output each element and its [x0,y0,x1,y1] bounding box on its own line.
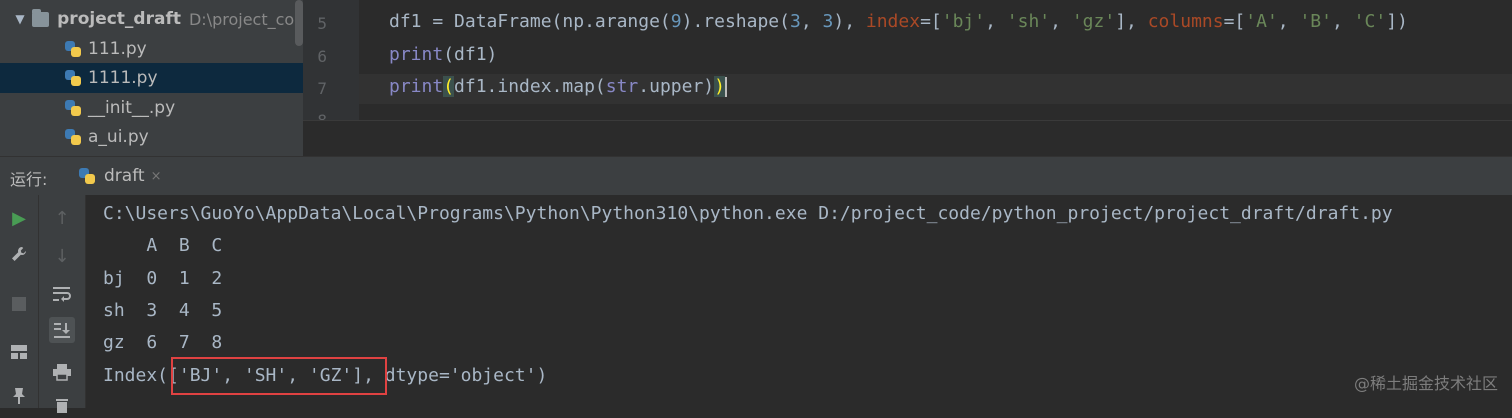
code-token: 'gz' [1071,11,1116,32]
run-toolwindow-header: 运行: draft × [0,156,1512,198]
down-arrow-icon[interactable]: ↓ [49,243,75,269]
trash-icon[interactable] [49,392,75,418]
code-token: =[ [1223,11,1246,32]
code-token: ( [443,76,455,97]
code-token: ) [714,76,725,97]
line-number: 6 [317,47,327,66]
code-token: (df1) [443,44,498,65]
code-token: index [865,11,921,32]
code-token: , [800,11,823,32]
python-file-icon [64,99,82,117]
code-token: df1.index.map( [454,76,606,97]
code-token: 'C' [1353,11,1387,32]
console-line: A B C [103,235,223,256]
code-token: ), [833,11,866,32]
console-line: bj 0 1 2 [103,268,223,289]
tree-file-a-ui[interactable]: a_ui.py [0,122,303,152]
tab-draft[interactable]: draft × [62,157,176,198]
wrench-icon[interactable] [6,241,32,267]
scroll-to-end-icon[interactable] [49,317,75,343]
print-icon[interactable] [49,359,75,385]
code-token: ]) [1386,11,1408,32]
project-tree: ▼ project_draft D:\project_coc 111.py 11… [0,0,303,156]
tree-file-init[interactable]: __init__.py [0,93,303,123]
line-number: 7 [317,79,327,98]
code-token: 3 [822,11,834,32]
tree-file-label: 111.py [88,39,147,59]
run-label: 运行: [10,170,48,189]
run-icon[interactable]: ▶ [6,205,32,231]
python-file-icon [64,40,82,58]
code-token: str [605,76,639,97]
tree-root-path: D:\project_coc [188,9,303,29]
console-line: sh 3 4 5 [103,300,223,321]
code-token: ], [1115,11,1148,32]
line-number: 5 [317,14,327,33]
chevron-down-icon[interactable]: ▼ [14,12,26,26]
watermark: @稀土掘金技术社区 [1353,374,1498,393]
stop-icon[interactable] [6,291,32,317]
console-toolbar: ↑ ↓ [39,195,86,413]
folder-icon [32,8,50,27]
console-line: C:\Users\GuoYo\AppData\Local\Programs\Py… [103,203,1393,224]
tree-file-label: 1111.py [88,68,158,88]
code-token: print [389,76,444,97]
code-token: 'B' [1299,11,1332,32]
console-line: gz 6 7 8 [103,332,223,353]
python-file-icon [78,167,96,185]
tree-root-name: project_draft [57,9,181,29]
run-left-toolbar: ▶ [0,195,39,408]
python-file-icon [64,128,82,146]
annotation-highlight-box [171,357,387,395]
tree-file-label: a_ui.py [88,127,149,147]
tree-file-label: __init__.py [88,98,176,118]
code-token: , [1331,11,1354,32]
code-token: .upper) [638,76,715,97]
code-token: df1 = DataFrame(np.arange( [389,11,671,32]
text-caret [724,77,727,97]
code-line-5[interactable]: df1 = DataFrame(np.arange(9).reshape(3, … [389,11,1408,32]
editor-bottom-area [303,120,1512,157]
code-token: 'bj' [941,11,986,32]
soft-wrap-icon[interactable] [49,281,75,307]
code-token: 9 [670,11,682,32]
up-arrow-icon[interactable]: ↑ [49,205,75,231]
python-file-icon [64,69,82,87]
code-token: print [389,44,444,65]
code-token: columns [1147,11,1224,32]
pin-icon[interactable] [6,383,32,409]
code-token: , [1277,11,1300,32]
code-line-7[interactable]: print(df1.index.map(str.upper)) [389,76,727,97]
close-icon[interactable]: × [151,169,162,184]
code-token: , [1050,11,1072,32]
code-line-6[interactable]: print(df1) [389,44,497,65]
tree-file-1111[interactable]: 1111.py [0,63,303,93]
code-token: , [985,11,1007,32]
tree-root-project-draft[interactable]: ▼ project_draft D:\project_coc [0,4,303,34]
layout-icon[interactable] [6,339,32,365]
tab-label: draft [104,166,145,186]
tree-scrollbar[interactable] [295,0,303,46]
code-token: 'A' [1245,11,1278,32]
code-token: =[ [920,11,942,32]
code-token: 'sh' [1006,11,1051,32]
code-token: ).reshape( [681,11,790,32]
code-token: 3 [789,11,801,32]
tree-file-111[interactable]: 111.py [0,34,303,64]
